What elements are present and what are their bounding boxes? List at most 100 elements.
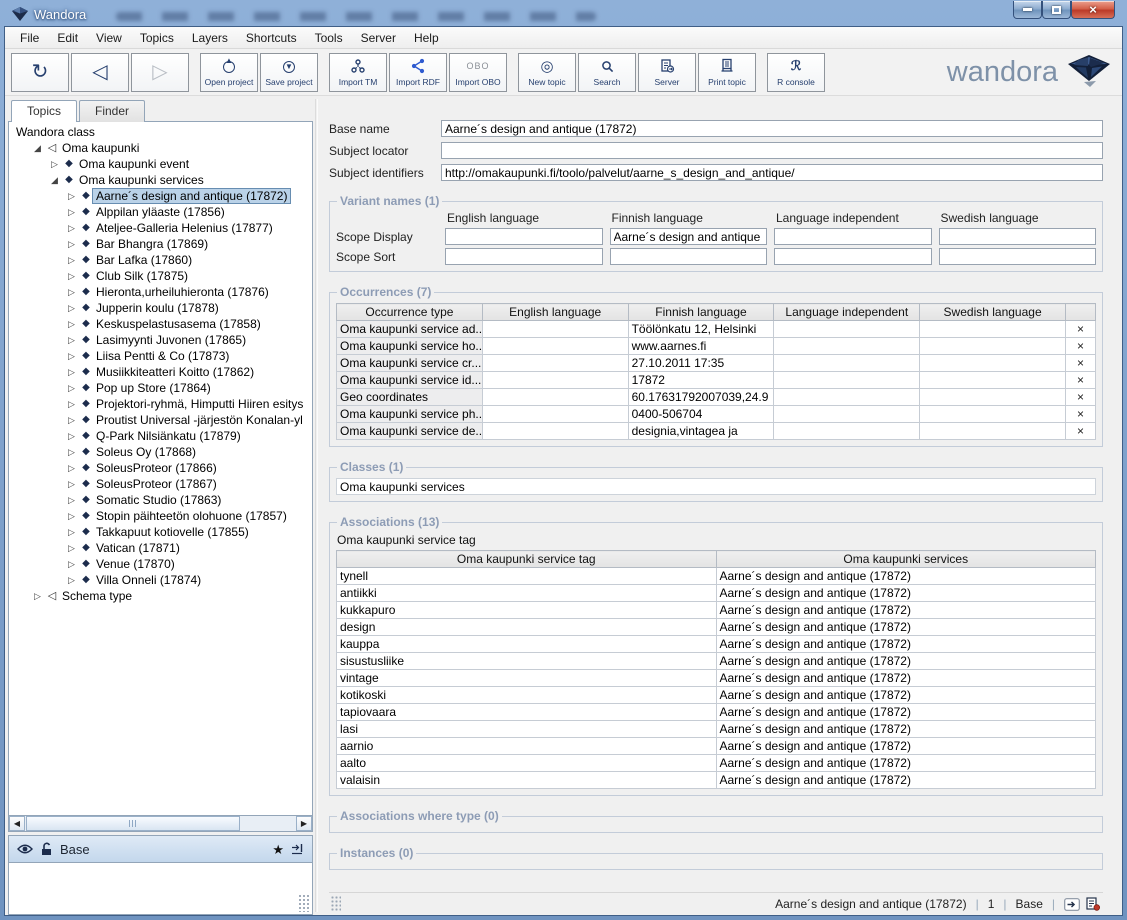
tree-expander-closed-icon[interactable] xyxy=(64,460,79,476)
tree-expander-closed-icon[interactable] xyxy=(64,348,79,364)
menu-item[interactable]: Server xyxy=(352,28,405,48)
menu-item[interactable]: Edit xyxy=(48,28,87,48)
occurrence-cell-independent[interactable] xyxy=(774,389,920,406)
tree-item[interactable]: Stopin päihteetön olohuone (17857) xyxy=(9,508,312,524)
association-tag-cell[interactable]: kotikoski xyxy=(337,687,717,704)
association-topic-cell[interactable]: Aarne´s design and antique (17872) xyxy=(716,585,1096,602)
tree-expander-closed-icon[interactable] xyxy=(64,572,79,588)
scrollbar-thumb[interactable] xyxy=(26,816,240,831)
tree-item[interactable]: Oma kaupunki services xyxy=(9,172,312,188)
new-topic-button[interactable]: ◎ New topic xyxy=(518,53,576,92)
variant-input[interactable] xyxy=(939,228,1097,245)
menu-item[interactable]: File xyxy=(11,28,48,48)
tab-topics[interactable]: Topics xyxy=(11,100,77,122)
occurrence-type-cell[interactable]: Oma kaupunki service id... xyxy=(337,372,483,389)
association-tag-cell[interactable]: valaisin xyxy=(337,772,717,789)
tree-expander-closed-icon[interactable] xyxy=(64,476,79,492)
delete-occurrence-button[interactable]: × xyxy=(1066,406,1096,423)
occurrence-cell-finnish[interactable]: Töölönkatu 12, Helsinki xyxy=(628,321,774,338)
occurrence-cell-finnish[interactable]: designia,vintagea ja xyxy=(628,423,774,440)
delete-occurrence-button[interactable]: × xyxy=(1066,423,1096,440)
occurrence-cell-swedish[interactable] xyxy=(920,406,1066,423)
layer-unlocked-icon[interactable] xyxy=(40,842,53,856)
tree-expander-closed-icon[interactable] xyxy=(64,204,79,220)
association-tag-cell[interactable]: antiikki xyxy=(337,585,717,602)
association-topic-cell[interactable]: Aarne´s design and antique (17872) xyxy=(716,772,1096,789)
split-pane-divider[interactable] xyxy=(313,96,321,915)
class-list-item[interactable]: Oma kaupunki services xyxy=(336,478,1096,495)
tree-item[interactable]: Hieronta,urheiluhieronta (17876) xyxy=(9,284,312,300)
column-header[interactable]: Occurrence type xyxy=(337,304,483,321)
association-topic-cell[interactable]: Aarne´s design and antique (17872) xyxy=(716,568,1096,585)
occurrence-cell-swedish[interactable] xyxy=(920,355,1066,372)
tree-item[interactable]: Bar Bhangra (17869) xyxy=(9,236,312,252)
occurrence-cell-finnish[interactable]: 60.17631792007039,24.9 xyxy=(628,389,774,406)
tree-item[interactable]: Wandora class xyxy=(9,124,312,140)
occurrence-cell-english[interactable] xyxy=(482,389,628,406)
print-topic-button[interactable]: Print topic xyxy=(698,53,756,92)
tree-item[interactable]: Oma kaupunki event xyxy=(9,156,312,172)
occurrence-cell-swedish[interactable] xyxy=(920,372,1066,389)
occurrence-cell-finnish[interactable]: 17872 xyxy=(628,372,774,389)
column-header[interactable]: Oma kaupunki services xyxy=(716,551,1096,568)
panel-resize-grip[interactable] xyxy=(298,894,310,912)
variant-input[interactable] xyxy=(610,228,768,245)
layer-visibility-eye-icon[interactable] xyxy=(17,843,33,855)
scroll-left-icon[interactable]: ◀ xyxy=(9,816,25,831)
scroll-right-icon[interactable]: ▶ xyxy=(296,816,312,831)
tree-item[interactable]: Ateljee-Galleria Helenius (17877) xyxy=(9,220,312,236)
status-view-icon[interactable] xyxy=(1064,898,1080,911)
tree-expander-closed-icon[interactable] xyxy=(64,284,79,300)
tree-expander-closed-icon[interactable] xyxy=(64,332,79,348)
tree-expander-closed-icon[interactable] xyxy=(64,540,79,556)
tree-item[interactable]: Schema type xyxy=(9,588,312,604)
association-tag-cell[interactable]: tynell xyxy=(337,568,717,585)
variant-input[interactable] xyxy=(939,248,1097,265)
occurrence-cell-english[interactable] xyxy=(482,321,628,338)
tree-item[interactable]: Q-Park Nilsiänkatu (17879) xyxy=(9,428,312,444)
column-header[interactable]: Swedish language xyxy=(920,304,1066,321)
association-tag-cell[interactable]: aalto xyxy=(337,755,717,772)
delete-occurrence-button[interactable]: × xyxy=(1066,372,1096,389)
maximize-button[interactable] xyxy=(1042,1,1071,19)
layer-merge-icon[interactable] xyxy=(291,843,304,855)
occurrence-type-cell[interactable]: Oma kaupunki service ho... xyxy=(337,338,483,355)
scrollbar-track[interactable] xyxy=(25,816,296,831)
association-tag-cell[interactable]: sisustusliike xyxy=(337,653,717,670)
occurrence-type-cell[interactable]: Oma kaupunki service ph... xyxy=(337,406,483,423)
column-header[interactable]: Language independent xyxy=(774,304,920,321)
tree-expander-closed-icon[interactable] xyxy=(64,236,79,252)
tree-item[interactable]: SoleusProteor (17866) xyxy=(9,460,312,476)
menu-item[interactable]: Help xyxy=(405,28,448,48)
tree-expander-closed-icon[interactable] xyxy=(64,396,79,412)
tree-item[interactable]: Oma kaupunki xyxy=(9,140,312,156)
tree-item[interactable]: Alppilan yläaste (17856) xyxy=(9,204,312,220)
open-project-button[interactable]: Open project xyxy=(200,53,258,92)
occurrence-cell-english[interactable] xyxy=(482,406,628,423)
tree-expander-closed-icon[interactable] xyxy=(64,188,79,204)
association-topic-cell[interactable]: Aarne´s design and antique (17872) xyxy=(716,670,1096,687)
tree-expander-open-icon[interactable] xyxy=(30,140,45,156)
association-topic-cell[interactable]: Aarne´s design and antique (17872) xyxy=(716,619,1096,636)
delete-occurrence-button[interactable]: × xyxy=(1066,389,1096,406)
subject-identifiers-input[interactable] xyxy=(441,164,1103,181)
import-tm-button[interactable]: Import TM xyxy=(329,53,387,92)
occurrence-cell-swedish[interactable] xyxy=(920,338,1066,355)
search-button[interactable]: Search xyxy=(578,53,636,92)
refresh-button[interactable]: ↻ xyxy=(11,53,69,92)
tree-item[interactable]: Liisa Pentti & Co (17873) xyxy=(9,348,312,364)
tree-item[interactable]: Bar Lafka (17860) xyxy=(9,252,312,268)
tree-item[interactable]: Venue (17870) xyxy=(9,556,312,572)
tree-item[interactable]: Keskuspelastusasema (17858) xyxy=(9,316,312,332)
tree-item[interactable]: Vatican (17871) xyxy=(9,540,312,556)
tree-item[interactable]: Takkapuut kotiovelle (17855) xyxy=(9,524,312,540)
association-topic-cell[interactable]: Aarne´s design and antique (17872) xyxy=(716,738,1096,755)
tree-item[interactable]: Somatic Studio (17863) xyxy=(9,492,312,508)
delete-occurrence-button[interactable]: × xyxy=(1066,355,1096,372)
occurrence-cell-english[interactable] xyxy=(482,338,628,355)
tree-item[interactable]: Lasimyynti Juvonen (17865) xyxy=(9,332,312,348)
tree-item[interactable]: Aarne´s design and antique (17872) xyxy=(9,188,312,204)
layer-bar-base[interactable]: Base ★ xyxy=(8,835,313,863)
tree-expander-closed-icon[interactable] xyxy=(64,508,79,524)
occurrence-cell-finnish[interactable]: 27.10.2011 17:35 xyxy=(628,355,774,372)
